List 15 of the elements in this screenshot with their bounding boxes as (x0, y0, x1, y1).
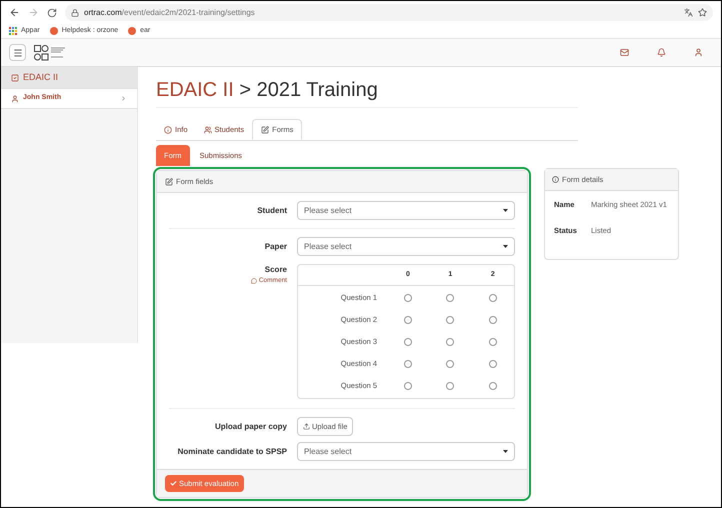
sidebar-item[interactable]: EDAIC II (1, 67, 137, 89)
select-placeholder: Please select (304, 240, 352, 252)
select-field[interactable]: Please select (297, 442, 515, 461)
field-label: Student (256, 204, 288, 216)
select-field[interactable]: Please select (297, 237, 515, 256)
field-label: Nominate candidate to SPSP (176, 446, 288, 458)
url-text: ortrac.com/event/edaic2m/2021-training/settings (84, 6, 256, 18)
select-placeholder: Please select (304, 204, 352, 216)
field-label: Upload paper copy (214, 420, 288, 432)
select-placeholder: Please select (304, 446, 352, 458)
field-label: Score (264, 264, 287, 276)
field-label: Paper (264, 240, 288, 252)
address-bar[interactable]: ortrac.com/event/edaic2m/2021-training/settings (65, 4, 713, 21)
select-field[interactable]: Please select (297, 201, 515, 220)
page-title: EDAIC II > 2021 Training (156, 77, 578, 108)
